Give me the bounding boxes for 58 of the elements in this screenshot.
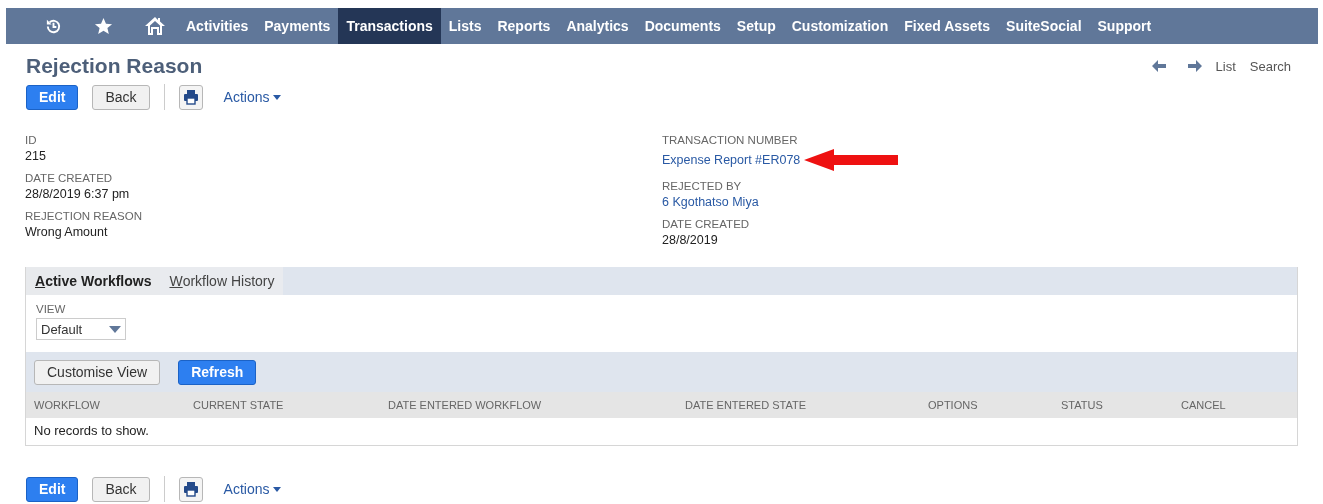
nav-tab[interactable]: Documents: [636, 8, 729, 44]
field-label: REJECTED BY: [662, 180, 743, 192]
back-button[interactable]: Back: [92, 476, 150, 502]
refresh-button[interactable]: Refresh: [178, 359, 257, 385]
nav-tab[interactable]: Lists: [440, 8, 490, 44]
field-value: 215: [25, 149, 46, 163]
nav-tab[interactable]: Payments: [256, 8, 339, 44]
field-value: 28/8/2019 6:37 pm: [25, 187, 130, 201]
printer-icon: [182, 481, 199, 497]
edit-button[interactable]: Edit: [26, 84, 79, 110]
nav-tab[interactable]: Reports: [489, 8, 559, 44]
customise-view-button[interactable]: Customise View: [34, 359, 161, 385]
field-link[interactable]: Expense Report #ER078: [662, 153, 801, 167]
print-button[interactable]: [178, 84, 203, 110]
field-value: 28/8/2019: [662, 233, 718, 247]
column-header: CANCEL: [1181, 399, 1227, 411]
printer-icon: [182, 89, 199, 105]
column-header: WORKFLOW: [34, 399, 101, 411]
print-button[interactable]: [178, 476, 203, 502]
view-dropdown[interactable]: Default: [36, 318, 126, 340]
page-title: Rejection Reason: [26, 54, 203, 78]
nav-tab[interactable]: Customization: [783, 8, 897, 44]
column-header: CURRENT STATE: [193, 399, 285, 411]
field-label: TRANSACTION NUMBER: [662, 134, 799, 146]
field-link[interactable]: 6 Kgothatso Miya: [662, 195, 759, 209]
caret-icon: [109, 325, 121, 333]
header-link[interactable]: Search: [1249, 58, 1291, 74]
header-link[interactable]: List: [1215, 58, 1236, 74]
field-label: DATE CREATED: [25, 172, 114, 184]
field-value: Wrong Amount: [25, 225, 108, 239]
edit-button[interactable]: Edit: [26, 476, 79, 502]
column-header: STATUS: [1061, 399, 1104, 411]
column-header: DATE ENTERED WORKFLOW: [388, 399, 543, 411]
column-header: DATE ENTERED STATE: [685, 399, 807, 411]
caret-icon: [272, 94, 281, 100]
nav-tab[interactable]: Transactions: [338, 8, 441, 44]
field-label: DATE CREATED: [662, 218, 751, 230]
field-label: REJECTION REASON: [25, 210, 143, 222]
back-arrow-icon[interactable]: [1151, 60, 1166, 72]
home-icon[interactable]: [144, 16, 166, 36]
subtab[interactable]: Active Workflows: [26, 267, 161, 295]
nav-tab[interactable]: Activities: [178, 8, 257, 44]
star-icon[interactable]: [94, 16, 113, 36]
back-button[interactable]: Back: [92, 84, 150, 110]
forward-arrow-icon[interactable]: [1187, 60, 1202, 72]
caret-icon: [272, 486, 281, 492]
nav-tab[interactable]: SuiteSocial: [998, 8, 1090, 44]
nav-tab[interactable]: Fixed Assets: [896, 8, 999, 44]
column-header: OPTIONS: [928, 399, 979, 411]
actions-menu[interactable]: Actions: [223, 481, 281, 497]
field-label: ID: [25, 134, 38, 146]
subtab[interactable]: Workflow History: [160, 267, 284, 295]
nav-tab[interactable]: Analytics: [558, 8, 637, 44]
field-label: VIEW: [36, 303, 67, 315]
nav-tab[interactable]: Support: [1089, 8, 1160, 44]
nav-tab[interactable]: Setup: [728, 8, 784, 44]
empty-message: No records to show.: [33, 422, 150, 440]
actions-menu[interactable]: Actions: [223, 89, 281, 105]
